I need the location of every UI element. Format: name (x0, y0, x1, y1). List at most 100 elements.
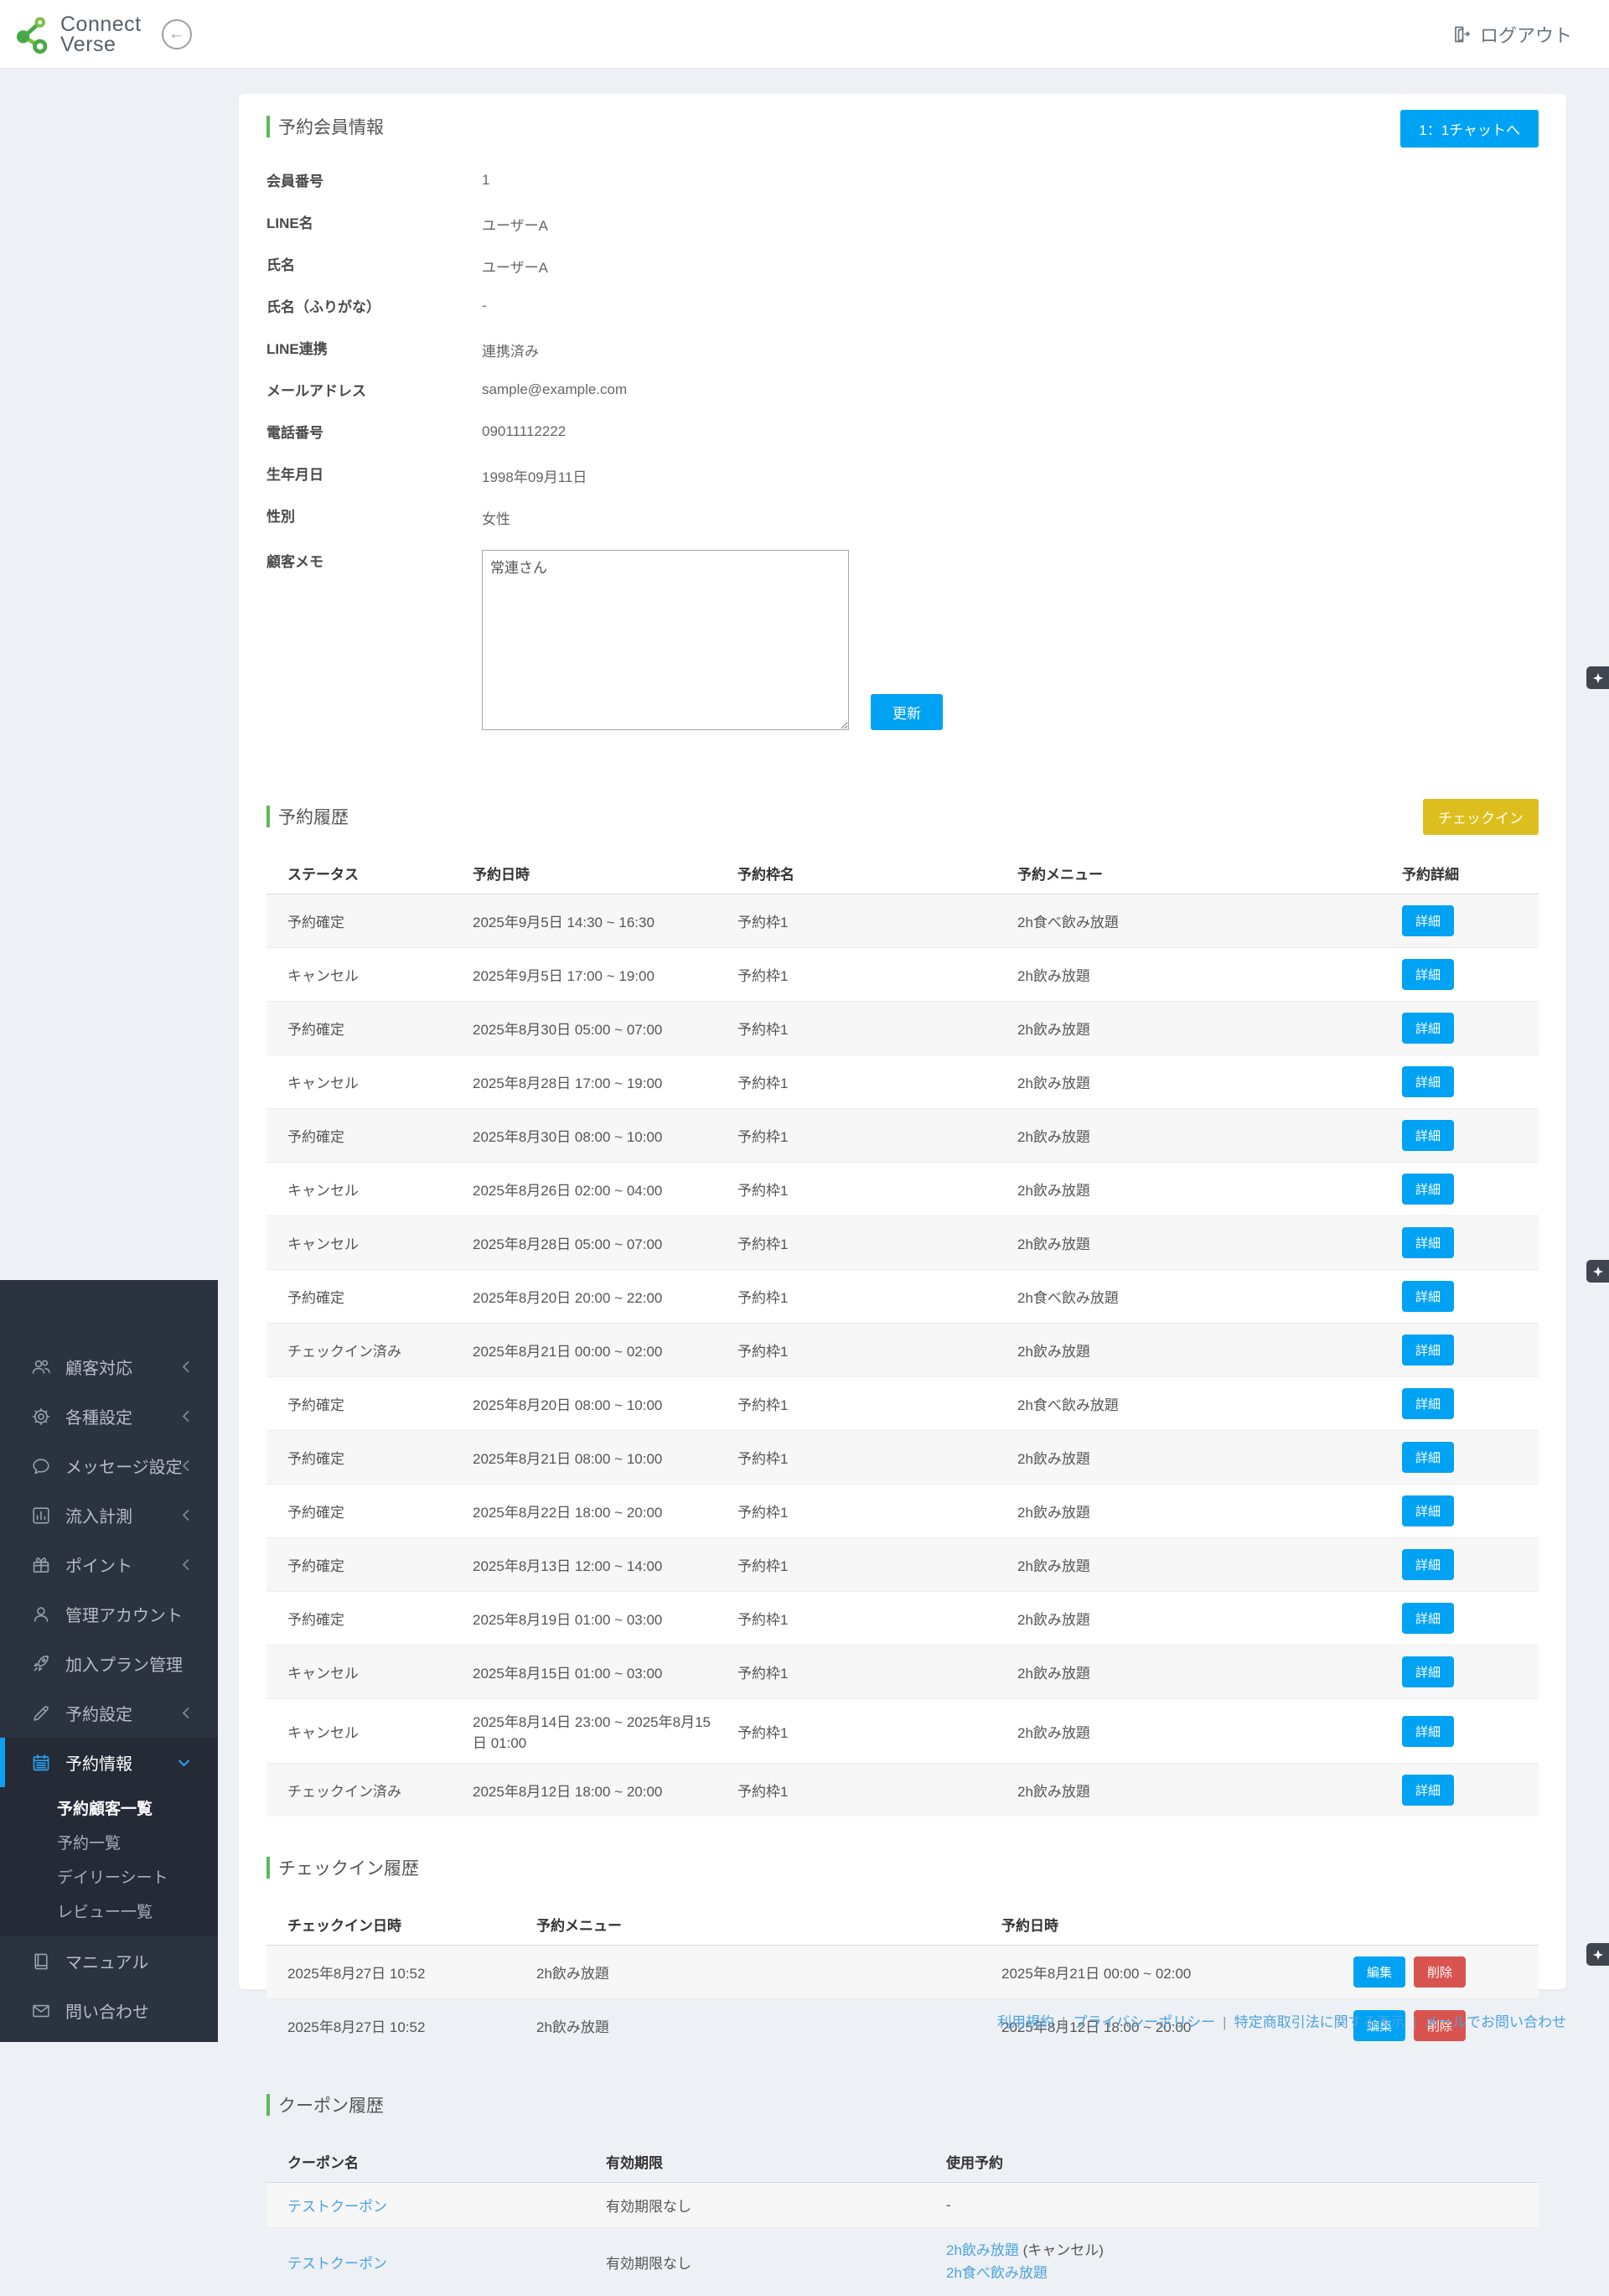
member-field-label: 氏名 (266, 257, 295, 273)
chevron-left-icon (181, 1706, 191, 1720)
sidebar-item-label: メッセージ設定 (65, 1459, 183, 1477)
sidebar-item-settings[interactable]: 各種設定 (0, 1392, 218, 1441)
sidebar-item-manual[interactable]: マニュアル (0, 1936, 218, 1986)
main-card: 予約会員情報 1：1チャットへ 会員番号 1 LINE名 ユーザーA 氏名 ユーザーA 氏名… (239, 94, 1566, 2296)
detail-button[interactable]: 詳細 (1402, 1656, 1455, 1687)
detail-button[interactable]: 詳細 (1402, 1495, 1455, 1526)
sidebar-sub-list: 予約顧客一覧予約一覧 デイリーシート レビュー一覧 (0, 1787, 218, 1936)
detail-button[interactable]: 詳細 (1402, 1388, 1455, 1419)
reservation-datetime: 2025年8月20日 08:00 ~ 10:00 (464, 1376, 729, 1431)
reservation-status: キャンセル (266, 1645, 464, 1699)
detail-button[interactable]: 詳細 (1402, 1603, 1455, 1634)
coupon-name-link[interactable]: テストクーポン (287, 2256, 387, 2272)
logout-button[interactable]: ログアウト (1451, 21, 1572, 48)
checkin-header-row: チェックイン日時 予約メニュー 予約日時 (266, 1904, 1539, 1946)
edit-button[interactable]: 編集 (1353, 1957, 1406, 1988)
detail-button[interactable]: 詳細 (1402, 1549, 1455, 1580)
coupon-row: テストクーポン 有効期限なし 2h飲み放題 (キャンセル) 2h食べ飲み放題 (266, 2227, 1539, 2296)
edge-widget-button[interactable] (1586, 1943, 1609, 1966)
reservation-datetime: 2025年8月12日 18:00 ~ 20:00 (464, 1763, 729, 1817)
sidebar-subitem-review-list[interactable]: レビュー一覧 (0, 1894, 218, 1928)
connectverse-logo[interactable]: Connect Verse (15, 13, 142, 54)
sidebar-subitem-daily-sheet[interactable]: デイリーシート (0, 1859, 218, 1894)
coupon-expiry: 有効期限なし (606, 2199, 691, 2216)
reservation-slot: 予約枠1 (729, 1108, 1009, 1163)
reservation-detail-cell: 詳細 (1394, 1269, 1539, 1324)
detail-button[interactable]: 詳細 (1402, 1775, 1455, 1806)
reservation-menu: 2h飲み放題 (1009, 1162, 1394, 1216)
reservation-table-body: 予約確定 2025年9月5日 14:30 ~ 16:30 予約枠1 2h食べ飲み放題詳… (266, 894, 1539, 1817)
checkin-col-header: 予約日時 (993, 1904, 1345, 1946)
reservation-detail-cell: 詳細 (1394, 1108, 1539, 1163)
section-accent-bar (266, 2094, 270, 2116)
back-button[interactable]: ← (161, 18, 192, 49)
coupon-usage-link[interactable]: 2h飲み放題 (946, 2242, 1019, 2258)
sidebar-item-label: 各種設定 (65, 1409, 132, 1428)
footer-link[interactable]: 特定商取引法に関する表示 (1234, 2014, 1405, 2030)
coupon-usage-cell: 2h飲み放題 (キャンセル) 2h食べ飲み放題 (938, 2227, 1539, 2296)
sidebar-item-message-settings[interactable]: メッセージ設定 (0, 1441, 218, 1490)
reservation-row: 予約確定 2025年8月21日 08:00 ~ 10:00 予約枠1 2h飲み放題 詳細 (266, 1430, 1539, 1485)
detail-button[interactable]: 詳細 (1402, 1066, 1455, 1097)
update-button[interactable]: 更新 (871, 694, 943, 730)
checkin-button[interactable]: チェックイン (1423, 799, 1539, 835)
sidebar-item-points[interactable]: ポイント (0, 1540, 218, 1589)
checkin-actions-header (1345, 1904, 1539, 1946)
footer-link[interactable]: プライバシーポリシー (1073, 2014, 1215, 2030)
sidebar-subitem-label: 予約顧客一覧 (57, 1801, 153, 1818)
detail-button[interactable]: 詳細 (1402, 1013, 1455, 1044)
coupon-name-link[interactable]: テストクーポン (287, 2199, 387, 2215)
sidebar-item-plan-management[interactable]: 加入プラン管理 (0, 1639, 218, 1688)
reservation-status: チェックイン済み (266, 1323, 464, 1377)
one-to-one-chat-button[interactable]: 1：1チャットへ (1400, 110, 1539, 148)
chevron-left-icon (181, 1409, 191, 1423)
chevron-left-icon (181, 1459, 191, 1473)
reservation-detail-cell: 詳細 (1394, 1763, 1539, 1817)
member-field-row: 氏名（ふりがな） - (266, 295, 1539, 337)
detail-button[interactable]: 詳細 (1402, 1281, 1455, 1312)
sidebar-subitem-reservation-list[interactable]: 予約一覧 (0, 1825, 218, 1859)
member-field-label: 生年月日 (266, 467, 323, 483)
detail-button[interactable]: 詳細 (1402, 959, 1455, 990)
footer-link[interactable]: メールでお問い合わせ (1424, 2014, 1566, 2030)
edge-widget-button[interactable] (1586, 1260, 1609, 1283)
detail-button[interactable]: 詳細 (1402, 1120, 1455, 1151)
sidebar-item-label: 管理アカウント (65, 1607, 183, 1625)
reservation-menu: 2h飲み放題 (1009, 1001, 1394, 1055)
reservation-status: キャンセル (266, 1698, 464, 1764)
sidebar-item-inflow-tracking[interactable]: 流入計測 (0, 1490, 218, 1540)
reservation-slot: 予約枠1 (729, 1537, 1009, 1592)
sidebar-item-customer-support[interactable]: 顧客対応 (0, 1342, 218, 1392)
sidebar-item-label: 流入計測 (65, 1508, 132, 1526)
sidebar-item-admin-account[interactable]: 管理アカウント (0, 1589, 218, 1639)
edge-widget-button[interactable] (1586, 666, 1609, 689)
reservation-slot: 予約枠1 (729, 1763, 1009, 1817)
chevron-down-icon (177, 1758, 191, 1768)
reservation-status: 予約確定 (266, 1484, 464, 1538)
detail-button[interactable]: 詳細 (1402, 1227, 1455, 1258)
detail-button[interactable]: 詳細 (1402, 1335, 1455, 1366)
footer-link[interactable]: 利用規約 (997, 2014, 1054, 2030)
member-info-title: 予約会員情報 (278, 118, 384, 137)
detail-button[interactable]: 詳細 (1402, 1715, 1455, 1747)
reservation-status: 予約確定 (266, 1591, 464, 1646)
sidebar-item-label: 予約設定 (65, 1706, 132, 1724)
sidebar-item-contact[interactable]: 問い合わせ (0, 1986, 218, 2035)
member-field-row: メールアドレス sample@example.com (266, 379, 1539, 421)
coupon-col-header: 有効期限 (598, 2141, 938, 2183)
detail-button[interactable]: 詳細 (1402, 1174, 1455, 1205)
sidebar-subitem-reservation-customers[interactable]: 予約顧客一覧 (0, 1791, 218, 1825)
detail-button[interactable]: 詳細 (1402, 1442, 1455, 1473)
sparkle-icon (1592, 1949, 1604, 1961)
reservation-menu: 2h飲み放題 (1009, 1698, 1394, 1764)
memo-textarea[interactable]: 常連さん (482, 550, 849, 730)
sidebar-item-reservation-settings[interactable]: 予約設定 (0, 1688, 218, 1738)
delete-button[interactable]: 削除 (1414, 1957, 1467, 1988)
sidebar-item-reservation-info[interactable]: 予約情報 (0, 1738, 218, 1787)
reservation-row: キャンセル 2025年8月15日 01:00 ~ 03:00 予約枠1 2h飲み放題詳… (266, 1645, 1539, 1699)
detail-button[interactable]: 詳細 (1402, 905, 1455, 936)
member-field-value: ユーザーA (482, 260, 548, 276)
reservation-datetime: 2025年8月14日 23:00 ~ 2025年8月15日 01:00 (464, 1698, 729, 1764)
coupon-usage-link[interactable]: 2h食べ飲み放題 (946, 2265, 1048, 2281)
reservation-col-header: ステータス (266, 853, 464, 894)
